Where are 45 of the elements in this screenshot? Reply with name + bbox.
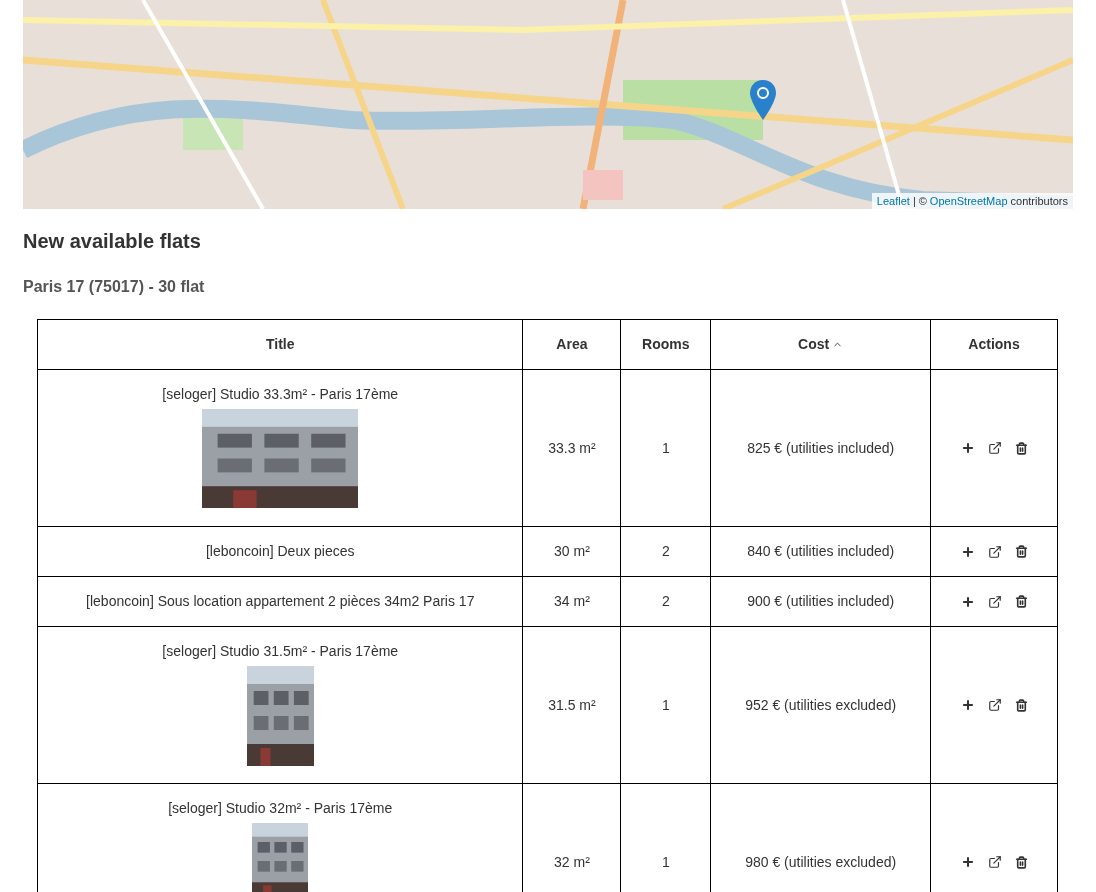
rooms-cell: 1 bbox=[620, 369, 711, 527]
column-header[interactable]: Title bbox=[37, 319, 523, 370]
column-header[interactable]: Area bbox=[523, 319, 621, 370]
external-link-icon[interactable] bbox=[987, 441, 1002, 455]
external-link-icon[interactable] bbox=[987, 594, 1002, 609]
area-cell: 31.5 m² bbox=[523, 626, 621, 784]
section-subheading: Paris 17 (75017) - 30 flat bbox=[23, 277, 205, 297]
trash-icon[interactable] bbox=[1014, 595, 1028, 608]
listing-title: [seloger] Studio 33.3m² - Paris 17ème bbox=[161, 385, 400, 404]
listing-title: [seloger] Studio 32m² - Paris 17ème bbox=[167, 799, 394, 818]
trash-icon[interactable] bbox=[1014, 855, 1028, 869]
trash-icon[interactable] bbox=[1014, 441, 1028, 455]
separator: | bbox=[912, 194, 916, 209]
section-heading: New available flats bbox=[23, 229, 201, 253]
openstreetmap-link[interactable]: OpenStreetMap bbox=[929, 193, 1008, 209]
cost-cell: 825 € (utilities included) bbox=[710, 369, 931, 527]
rooms-cell: 1 bbox=[620, 626, 711, 784]
cost-cell: 840 € (utilities included) bbox=[710, 526, 931, 577]
attribution-text: contributors bbox=[1010, 194, 1068, 209]
external-link-icon[interactable] bbox=[987, 544, 1002, 559]
rooms-cell: 2 bbox=[620, 576, 711, 627]
column-header[interactable]: Cost bbox=[710, 319, 931, 370]
area-cell: 30 m² bbox=[523, 526, 621, 577]
cost-cell: 952 € (utilities excluded) bbox=[710, 626, 931, 784]
copyright-sign: © bbox=[918, 194, 927, 209]
map-marker-icon[interactable] bbox=[750, 80, 776, 120]
add-icon[interactable] bbox=[960, 855, 975, 869]
add-icon[interactable] bbox=[960, 441, 975, 455]
column-header[interactable]: Rooms bbox=[620, 319, 711, 370]
external-link-icon[interactable] bbox=[987, 855, 1002, 869]
external-link-icon[interactable] bbox=[987, 698, 1002, 712]
add-icon[interactable] bbox=[960, 698, 975, 712]
listing-title: [seloger] Studio 31.5m² - Paris 17ème bbox=[161, 642, 400, 661]
area-cell: 34 m² bbox=[523, 576, 621, 627]
cost-cell: 900 € (utilities included) bbox=[710, 576, 931, 627]
area-cell: 33.3 m² bbox=[523, 369, 621, 527]
rooms-cell: 2 bbox=[620, 526, 711, 577]
trash-icon[interactable] bbox=[1014, 698, 1028, 712]
leaflet-link[interactable]: Leaflet bbox=[876, 193, 910, 209]
trash-icon[interactable] bbox=[1014, 545, 1028, 558]
listing-title: [leboncoin] Sous location appartement 2 pièces 34m2 Paris 17 bbox=[85, 592, 476, 611]
add-icon[interactable] bbox=[960, 594, 975, 609]
add-icon[interactable] bbox=[960, 544, 975, 559]
column-header[interactable]: Actions bbox=[930, 319, 1058, 370]
listing-title: [leboncoin] Deux pieces bbox=[204, 542, 356, 561]
